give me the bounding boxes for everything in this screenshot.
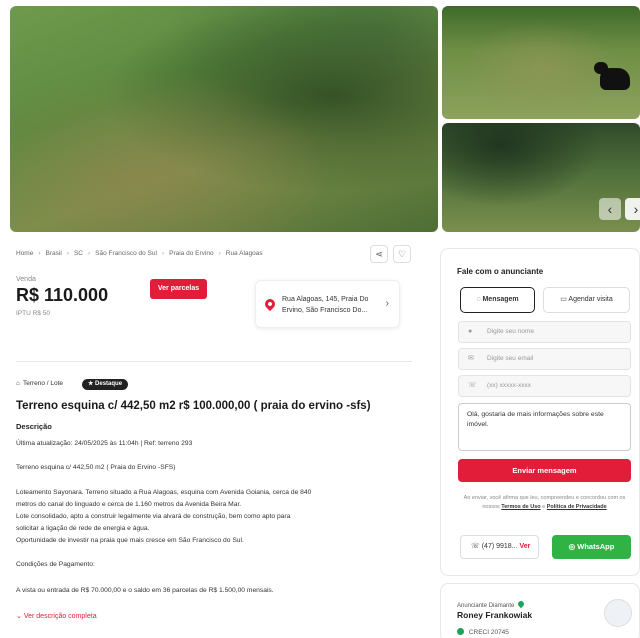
- phone-placeholder: (xx) xxxxx-xxxx: [487, 382, 532, 389]
- tab-visit-label: Agendar visita: [568, 296, 613, 303]
- breadcrumb-state[interactable]: SC: [74, 250, 83, 257]
- terms-link[interactable]: Termos de Uso: [501, 504, 540, 510]
- last-updated: Última atualização: 24/05/2025 às 11:04h…: [16, 440, 193, 447]
- advertiser-card[interactable]: Anunciante Diamante Roney Frankowiak CRE…: [440, 583, 640, 638]
- description-line: A vista ou entrada de R$ 70.000,00 e o s…: [16, 587, 274, 594]
- creci-number: CRECI 20745: [468, 629, 509, 636]
- share-button[interactable]: ⋖: [370, 245, 388, 263]
- phone-number: (47) 9918...: [481, 543, 518, 550]
- installments-button[interactable]: Ver parcelas: [150, 279, 207, 299]
- sale-label: Venda: [16, 276, 36, 283]
- divider: [16, 361, 412, 362]
- map-pin-icon: [262, 296, 278, 312]
- property-type-tag: ⌂ Terreno / Lote: [16, 380, 63, 387]
- chevron-right-icon: ›: [385, 298, 389, 309]
- address-text: Rua Alagoas, 145, Praia Do Ervino, São F…: [282, 296, 369, 314]
- privacy-link[interactable]: Política de Privacidade: [547, 504, 607, 510]
- description-line: Oportunidade de investir na praia que ma…: [16, 537, 244, 544]
- chevron-right-icon: ›: [87, 250, 91, 257]
- breadcrumb-country[interactable]: Brasil: [46, 250, 62, 257]
- address-card[interactable]: Rua Alagoas, 145, Praia Do Ervino, São F…: [255, 280, 400, 328]
- reveal-phone-link[interactable]: Ver: [519, 543, 530, 550]
- tab-message[interactable]: ◌ Mensagem: [460, 287, 535, 313]
- see-full-description-link[interactable]: ⌄ Ver descrição completa: [16, 612, 97, 620]
- description-line: Terreno esquina c/ 442,50 m2 ( Praia do …: [16, 464, 176, 471]
- email-placeholder: Digite seu email: [487, 355, 534, 362]
- property-type-label: Terreno / Lote: [22, 380, 64, 387]
- building-icon: ⌂: [16, 380, 20, 387]
- description-line: solicitar a ligação de rede de energia e…: [16, 525, 150, 532]
- chevron-right-icon: ›: [38, 250, 41, 257]
- tab-message-label: Mensagem: [482, 296, 519, 303]
- photo-gallery: ‹ ›: [10, 6, 640, 232]
- description-heading: Descrição: [16, 422, 52, 431]
- advertiser-name: Roney Frankowiak: [457, 610, 533, 620]
- diamond-icon: [516, 599, 526, 609]
- share-icon: ⋖: [375, 249, 383, 259]
- contact-panel: Fale com o anunciante ◌ Mensagem ▭ Agend…: [440, 248, 640, 576]
- favorite-button[interactable]: ♡: [393, 245, 411, 263]
- contact-title: Fale com o anunciante: [457, 267, 544, 276]
- main-photo[interactable]: [10, 6, 438, 232]
- chevron-right-icon: ›: [218, 250, 221, 257]
- tab-schedule-visit[interactable]: ▭ Agendar visita: [543, 287, 630, 313]
- phone-field[interactable]: ☏ (xx) xxxxx-xxxx: [458, 375, 631, 397]
- advertiser-logo[interactable]: [604, 599, 632, 627]
- name-field[interactable]: ● Digite seu nome: [458, 321, 631, 343]
- description-line: Lote consolidado, apto a construir legal…: [16, 513, 291, 520]
- calendar-icon: ▭: [560, 296, 567, 303]
- message-textarea[interactable]: Olá, gostaria de mais informações sobre …: [458, 403, 631, 451]
- chevron-down-icon: ⌄: [16, 613, 22, 620]
- chevron-right-icon[interactable]: ›: [625, 198, 640, 220]
- advertiser-badge-label: Anunciante Diamante: [457, 603, 515, 609]
- chevron-left-icon[interactable]: ‹: [599, 198, 621, 220]
- chevron-right-icon: ›: [66, 250, 69, 257]
- advertiser-creci: CRECI 20745: [457, 628, 509, 636]
- chat-icon: ◌: [476, 296, 481, 303]
- breadcrumb-neighborhood[interactable]: Praia do Ervino: [169, 250, 213, 257]
- description-line: Loteamento Sayonara. Terreno situado a R…: [16, 489, 312, 496]
- iptu: IPTU R$ 50: [16, 310, 50, 317]
- secondary-photo-top[interactable]: [442, 6, 640, 119]
- whatsapp-button[interactable]: ◎ WhatsApp: [552, 535, 631, 559]
- whatsapp-icon: ◎: [568, 542, 576, 551]
- breadcrumb: Home › Brasil › SC › São Francisco do Su…: [16, 250, 263, 257]
- advertiser-badge: Anunciante Diamante: [457, 599, 526, 609]
- phone-icon: ☏: [471, 543, 480, 550]
- price: R$ 110.000: [16, 285, 109, 305]
- email-field[interactable]: ✉ Digite seu email: [458, 348, 631, 370]
- description-line: Condições de Pagamento:: [16, 561, 95, 568]
- legal-notice: Ao enviar, você afirma que leu, compreen…: [458, 494, 631, 512]
- mail-icon: ✉: [468, 355, 474, 362]
- user-icon: ●: [468, 328, 473, 335]
- description-line: metros do canal do linguado e cerca de 1…: [16, 501, 242, 508]
- name-placeholder: Digite seu nome: [487, 328, 534, 335]
- listing-title: Terreno esquina c/ 442,50 m2 r$ 100.000,…: [16, 400, 371, 412]
- breadcrumb-street[interactable]: Rua Alagoas: [226, 250, 263, 257]
- heart-icon: ♡: [397, 249, 407, 259]
- breadcrumb-home[interactable]: Home: [16, 250, 33, 257]
- verified-icon: [457, 628, 464, 635]
- phone-icon: ☏: [468, 382, 477, 389]
- legal-and: e: [542, 504, 546, 510]
- breadcrumb-city[interactable]: São Francisco do Sul: [95, 250, 157, 257]
- highlight-badge: ★ Destaque: [82, 379, 129, 390]
- dog-in-photo: [594, 62, 630, 90]
- phone-button[interactable]: ☏ (47) 9918... Ver: [460, 535, 539, 559]
- see-full-description-label: Ver descrição completa: [23, 613, 97, 620]
- chevron-right-icon: ›: [161, 250, 165, 257]
- send-message-button[interactable]: Enviar mensagem: [458, 459, 631, 482]
- whatsapp-label: WhatsApp: [577, 542, 615, 551]
